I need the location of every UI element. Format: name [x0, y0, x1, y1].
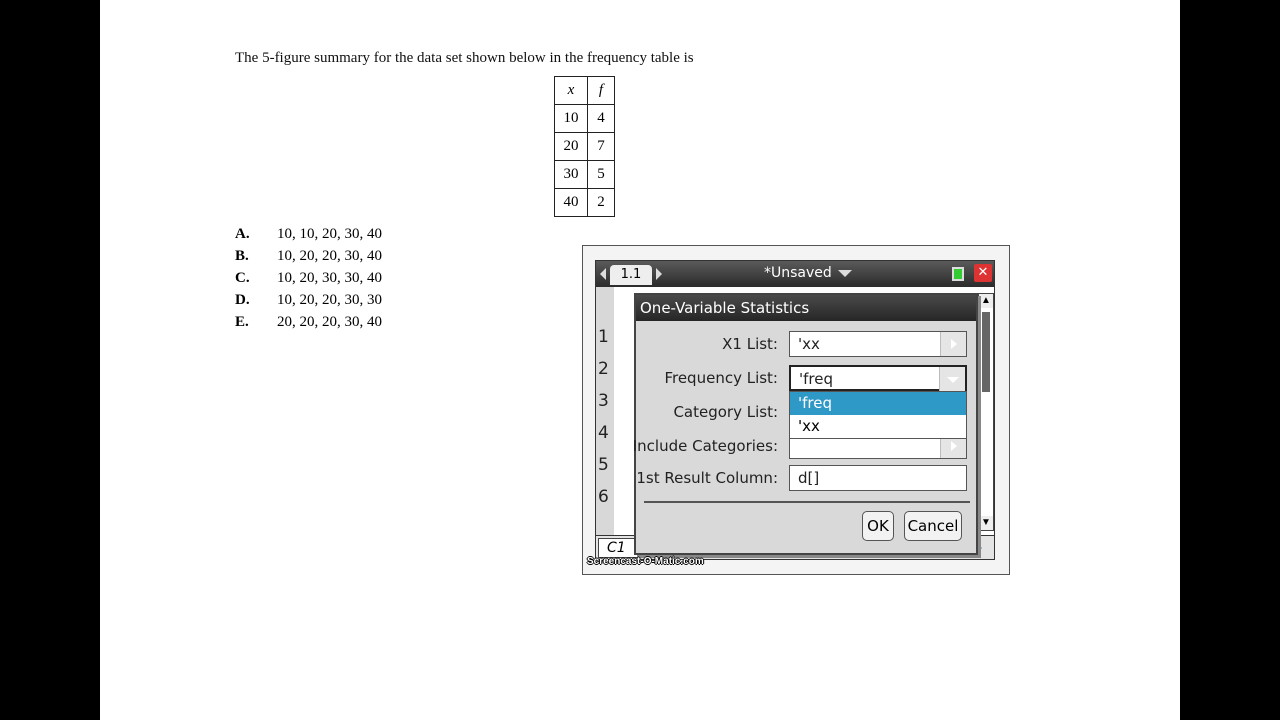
- ok-button[interactable]: OK: [862, 511, 894, 541]
- cancel-button[interactable]: Cancel: [904, 511, 962, 541]
- x1-list-label: X1 List:: [722, 335, 778, 353]
- frequency-list-dropdown: 'freq 'xx: [789, 391, 967, 439]
- choice-c: C. 10, 20, 30, 30, 40: [235, 270, 382, 292]
- choice-letter: A.: [235, 226, 250, 242]
- calculator-screen: 1.1 *Unsaved ✕ 1 2 3 4 5 6 ▲ ▼ C1 One-Va…: [595, 260, 995, 560]
- dialog-title: One-Variable Statistics: [636, 295, 976, 321]
- question-text: The 5-figure summary for the data set sh…: [235, 50, 694, 66]
- dropdown-option[interactable]: 'xx: [790, 415, 966, 438]
- divider: [644, 501, 970, 503]
- result-column-label: 1st Result Column:: [636, 469, 778, 487]
- chevron-down-icon: [837, 269, 852, 277]
- category-list-label: Category List:: [673, 403, 778, 421]
- choice-letter: B.: [235, 248, 249, 264]
- choice-text: 10, 20, 30, 30, 40: [277, 270, 382, 286]
- table-cell: 2: [587, 188, 615, 217]
- choice-d: D. 10, 20, 20, 30, 30: [235, 292, 382, 314]
- frequency-list-field[interactable]: 'freq: [789, 365, 967, 391]
- row-number[interactable]: 1: [598, 327, 609, 347]
- choice-a: A. 10, 10, 20, 30, 40: [235, 226, 382, 248]
- arrow-right-icon[interactable]: [940, 332, 966, 356]
- table-cell: 20: [554, 132, 588, 161]
- scroll-down-icon[interactable]: ▼: [979, 516, 993, 530]
- document-title-text: *Unsaved: [764, 265, 832, 281]
- choice-letter: D.: [235, 292, 250, 308]
- choice-text: 10, 20, 20, 30, 40: [277, 248, 382, 264]
- calculator-emulator: 1.1 *Unsaved ✕ 1 2 3 4 5 6 ▲ ▼ C1 One-Va…: [582, 245, 1010, 575]
- battery-icon: [952, 267, 964, 281]
- scrollbar-thumb[interactable]: [982, 312, 990, 392]
- frequency-list-value: 'freq: [799, 370, 833, 388]
- choice-text: 20, 20, 20, 30, 40: [277, 314, 382, 330]
- table-cell: 40: [554, 188, 588, 217]
- row-number[interactable]: 4: [598, 423, 609, 443]
- table-cell: 30: [554, 160, 588, 189]
- watermark: Screencast-O-Matic.com: [587, 556, 704, 567]
- next-page-icon[interactable]: [656, 268, 662, 280]
- table-header-f: f: [587, 76, 615, 105]
- worksheet-page: The 5-figure summary for the data set sh…: [100, 0, 1180, 720]
- table-row: 20 7: [554, 132, 615, 161]
- scroll-up-icon[interactable]: ▲: [979, 294, 993, 308]
- document-title[interactable]: *Unsaved: [764, 265, 852, 281]
- frequency-table: x f 10 4 20 7 30 5 40 2: [554, 76, 615, 217]
- choice-b: B. 10, 20, 20, 30, 40: [235, 248, 382, 270]
- choice-e: E. 20, 20, 20, 30, 40: [235, 314, 382, 336]
- choice-letter: E.: [235, 314, 249, 330]
- close-icon[interactable]: ✕: [974, 264, 992, 282]
- table-header-row: x f: [554, 76, 615, 105]
- result-column-field[interactable]: d[]: [789, 465, 967, 491]
- result-column-value: d[]: [798, 469, 820, 487]
- table-row: 10 4: [554, 104, 615, 133]
- page-tab[interactable]: 1.1: [610, 265, 652, 285]
- calculator-titlebar: 1.1 *Unsaved ✕: [596, 261, 994, 287]
- include-categories-label: Include Categories:: [632, 437, 778, 455]
- choice-letter: C.: [235, 270, 250, 286]
- table-cell: 4: [587, 104, 615, 133]
- choice-text: 10, 10, 20, 30, 40: [277, 226, 382, 242]
- row-number[interactable]: 5: [598, 455, 609, 475]
- table-header-x: x: [554, 76, 588, 105]
- row-number[interactable]: 3: [598, 391, 609, 411]
- table-cell: 10: [554, 104, 588, 133]
- row-headers: 1 2 3 4 5 6: [596, 287, 614, 535]
- table-cell: 5: [587, 160, 615, 189]
- one-variable-stats-dialog: One-Variable Statistics X1 List: 'xx Fre…: [632, 293, 978, 555]
- x1-list-field[interactable]: 'xx: [789, 331, 967, 357]
- row-number[interactable]: 2: [598, 359, 609, 379]
- vertical-scrollbar[interactable]: ▲ ▼: [978, 293, 994, 531]
- table-row: 30 5: [554, 160, 615, 189]
- choice-text: 10, 20, 20, 30, 30: [277, 292, 382, 308]
- dropdown-option[interactable]: 'freq: [790, 392, 966, 415]
- prev-page-icon[interactable]: [600, 268, 606, 280]
- frequency-list-label: Frequency List:: [664, 369, 778, 387]
- chevron-down-icon[interactable]: [939, 367, 965, 391]
- table-cell: 7: [587, 132, 615, 161]
- x1-list-value: 'xx: [798, 335, 820, 353]
- row-number[interactable]: 6: [598, 487, 609, 507]
- answer-choices: A. 10, 10, 20, 30, 40 B. 10, 20, 20, 30, 4…: [235, 226, 382, 336]
- table-row: 40 2: [554, 188, 615, 217]
